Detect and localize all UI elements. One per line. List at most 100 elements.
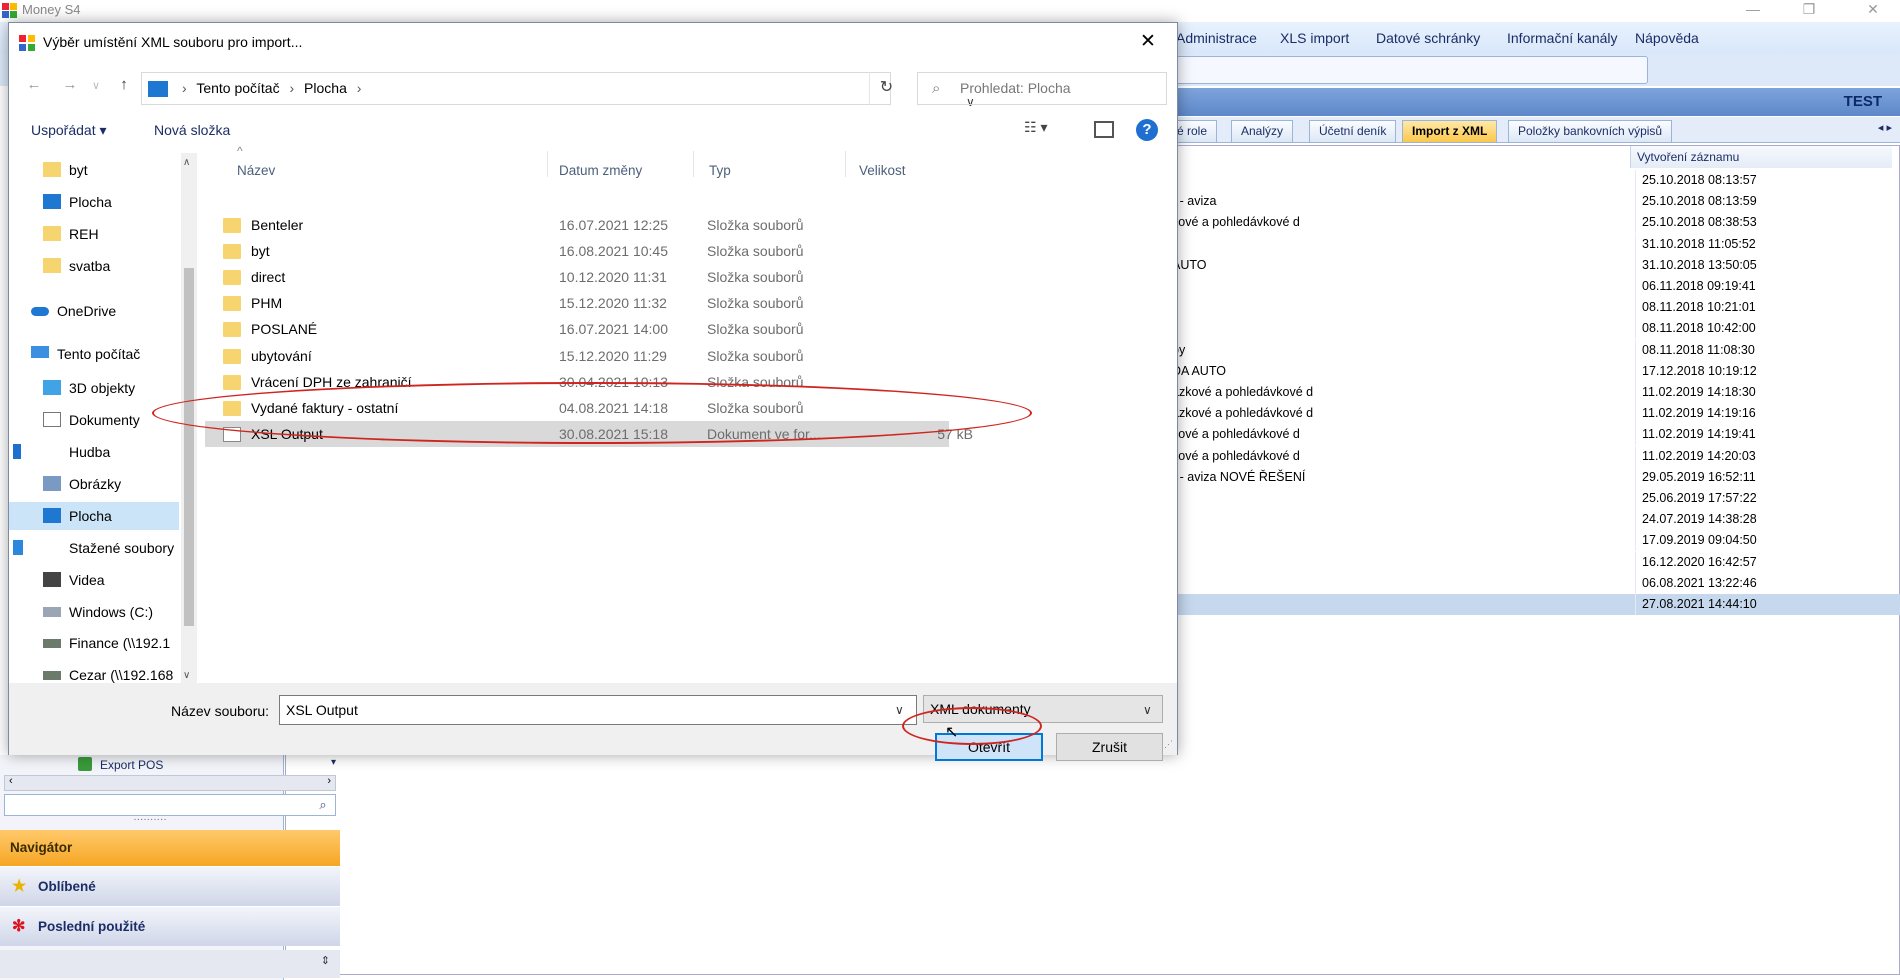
- tree-item[interactable]: Finance (\\192.1: [9, 629, 179, 657]
- app-title: Money S4: [22, 2, 81, 17]
- navigator-title[interactable]: Navigátor: [0, 830, 340, 866]
- table-row[interactable]: 25.06.2019 17:57:22: [1160, 488, 1900, 509]
- table-row[interactable]: kové a pohledávkové d 11.02.2019 14:19:41: [1160, 424, 1900, 446]
- file-row[interactable]: byt 16.08.2021 10:45 Složka souborů: [223, 238, 963, 264]
- row-created-date: 16.12.2020 16:42:57: [1635, 551, 1900, 573]
- splitter-grip[interactable]: ··········: [120, 815, 180, 825]
- table-row[interactable]: 08.11.2018 10:42:00: [1160, 318, 1900, 340]
- help-icon[interactable]: ?: [1136, 119, 1158, 141]
- table-row[interactable]: 06.08.2021 13:22:46: [1160, 572, 1900, 594]
- forward-arrow-icon[interactable]: →: [59, 76, 81, 93]
- resize-grip-icon[interactable]: ⋰: [1164, 739, 1173, 750]
- tree-item[interactable]: Videa: [9, 566, 179, 594]
- table-row[interactable]: r - aviza 25.10.2018 08:13:59: [1160, 191, 1900, 213]
- table-row[interactable]: 16.12.2020 16:42:57: [1160, 551, 1900, 573]
- new-folder-button[interactable]: Nová složka: [154, 122, 230, 138]
- chevron-down-icon[interactable]: ▾: [331, 757, 336, 768]
- chevron-down-icon[interactable]: ∨: [1143, 703, 1152, 717]
- sidebar-item-export-pos[interactable]: Export POS ▾: [4, 755, 336, 775]
- tab-polozky-bankovnich-vypisu[interactable]: Položky bankovních výpisů: [1508, 120, 1673, 142]
- preview-pane-icon[interactable]: [1094, 121, 1114, 138]
- table-row[interactable]: 27.08.2021 14:44:10: [1160, 594, 1900, 616]
- tab-import-z-xml[interactable]: Import z XML: [1402, 120, 1498, 142]
- tree-item[interactable]: REH: [9, 220, 179, 248]
- menu-item-informacni-kanaly[interactable]: Informační kanály: [1507, 30, 1618, 46]
- view-options-icon[interactable]: ☷ ▾: [1024, 119, 1047, 136]
- breadcrumb-tento-pocitac[interactable]: Tento počítač: [196, 80, 279, 96]
- filename-input[interactable]: XSL Output: [279, 695, 917, 725]
- breadcrumb-plocha[interactable]: Plocha: [304, 80, 347, 96]
- organize-button[interactable]: Uspořádat ▾: [31, 122, 107, 139]
- tab-analyzy[interactable]: Analýzy: [1231, 120, 1294, 142]
- table-row[interactable]: kové a pohledávkové d 11.02.2019 14:20:03: [1160, 445, 1900, 467]
- scroll-right-icon[interactable]: ›: [327, 775, 331, 787]
- menu-item-administrace[interactable]: Administrace: [1176, 30, 1257, 46]
- refresh-icon[interactable]: ↻: [869, 72, 903, 105]
- back-arrow-icon[interactable]: ←: [23, 76, 45, 93]
- table-row[interactable]: 17.09.2019 09:04:50: [1160, 530, 1900, 552]
- menu-item-napoveda[interactable]: Nápověda: [1635, 30, 1699, 46]
- up-arrow-icon[interactable]: ↑: [113, 76, 135, 93]
- file-row[interactable]: POSLANÉ 16.07.2021 14:00 Složka souborů: [223, 316, 963, 342]
- tree-item[interactable]: 3D objekty: [9, 374, 179, 402]
- tree-item[interactable]: Cezar (\\192.168: [9, 661, 179, 683]
- minimize-button[interactable]: —: [1730, 0, 1776, 20]
- nav-section-posledni-pouzite[interactable]: ✻ Poslední použité: [0, 906, 340, 946]
- scroll-up-icon[interactable]: ∧: [183, 157, 190, 168]
- tree-item[interactable]: OneDrive: [9, 297, 179, 325]
- table-row[interactable]: by 08.11.2018 11:08:30: [1160, 339, 1900, 361]
- file-row[interactable]: Benteler 16.07.2021 12:25 Složka souborů: [223, 212, 963, 238]
- tree-item[interactable]: Windows (C:): [9, 598, 179, 626]
- file-row[interactable]: ubytování 15.12.2020 11:29 Složka souborů: [223, 343, 963, 369]
- table-row[interactable]: AUTO 31.10.2018 13:50:05: [1160, 254, 1900, 276]
- sidebar-horizontal-scrollbar[interactable]: ‹ ›: [4, 775, 336, 791]
- money-logo-icon: [2, 3, 17, 18]
- table-row[interactable]: azkové a pohledávkové d 11.02.2019 14:19:…: [1160, 403, 1900, 425]
- search-input[interactable]: ⌕ Prohledat: Plocha: [917, 72, 1167, 105]
- tree-item[interactable]: Plocha: [9, 188, 179, 216]
- tab-scroll-arrows[interactable]: ◂ ▸: [1878, 121, 1892, 134]
- tree-item[interactable]: Stažené soubory: [9, 534, 179, 562]
- tree-item[interactable]: Obrázky: [9, 470, 179, 498]
- menu-item-datove-schranky[interactable]: Datové schránky: [1376, 30, 1480, 46]
- tree-item[interactable]: svatba: [9, 252, 179, 280]
- column-header-vytvoreni[interactable]: Vytvoření záznamu: [1630, 146, 1892, 168]
- table-row[interactable]: azkové a pohledávkové d 11.02.2019 14:18:…: [1160, 382, 1900, 403]
- table-row[interactable]: 06.11.2018 09:19:41: [1160, 276, 1900, 297]
- table-row[interactable]: DA AUTO 17.12.2018 10:19:12: [1160, 360, 1900, 382]
- table-row[interactable]: kové a pohledávkové d 25.10.2018 08:38:53: [1160, 212, 1900, 234]
- column-header-name[interactable]: Název: [237, 163, 275, 178]
- menu-item-xls-import[interactable]: XLS import: [1280, 30, 1349, 46]
- table-row[interactable]: 08.11.2018 10:21:01: [1160, 297, 1900, 319]
- tree-scrollbar-thumb[interactable]: [184, 268, 194, 626]
- tree-item[interactable]: Tento počítač: [9, 340, 179, 368]
- sidebar-search-input[interactable]: ⌕: [4, 794, 336, 816]
- tree-item-label: Windows (C:): [69, 603, 154, 620]
- scroll-left-icon[interactable]: ‹: [9, 775, 13, 787]
- expand-navigator-icon[interactable]: ⇕: [321, 954, 330, 967]
- close-app-button[interactable]: ✕: [1850, 0, 1896, 20]
- nav-section-oblibene[interactable]: ★ Oblíbené: [0, 866, 340, 906]
- tree-item[interactable]: Hudba: [9, 438, 179, 466]
- tree-item[interactable]: Plocha: [9, 501, 179, 530]
- history-chevron-icon[interactable]: ∨: [85, 79, 107, 92]
- table-row[interactable]: 25.10.2018 08:13:57: [1160, 170, 1900, 191]
- column-header-type[interactable]: Typ: [709, 163, 731, 178]
- cancel-button[interactable]: Zrušit: [1056, 733, 1163, 761]
- toolbar-field[interactable]: [1160, 56, 1648, 84]
- restore-button[interactable]: ❐: [1786, 0, 1832, 20]
- scroll-down-icon[interactable]: ∨: [183, 670, 190, 681]
- table-row[interactable]: 24.07.2019 14:38:28: [1160, 509, 1900, 531]
- table-row[interactable]: 31.10.2018 11:05:52: [1160, 233, 1900, 255]
- file-row[interactable]: direct 10.12.2020 11:31 Složka souborů: [223, 264, 963, 290]
- address-bar[interactable]: › Tento počítač › Plocha › ∨: [141, 72, 975, 109]
- tab-ucetni-denik[interactable]: Účetní deník: [1309, 120, 1397, 142]
- close-dialog-button[interactable]: ✕: [1133, 31, 1163, 55]
- table-row[interactable]: r - aviza NOVÉ ŘEŠENÍ 29.05.2019 16:52:11: [1160, 466, 1900, 488]
- file-row[interactable]: PHM 15.12.2020 11:32 Složka souborů: [223, 290, 963, 316]
- chevron-down-icon[interactable]: ∨: [895, 703, 904, 717]
- tree-item[interactable]: byt: [9, 156, 179, 184]
- search-icon[interactable]: ⌕: [313, 797, 333, 813]
- column-header-size[interactable]: Velikost: [859, 163, 906, 178]
- column-header-date[interactable]: Datum změny: [559, 163, 642, 178]
